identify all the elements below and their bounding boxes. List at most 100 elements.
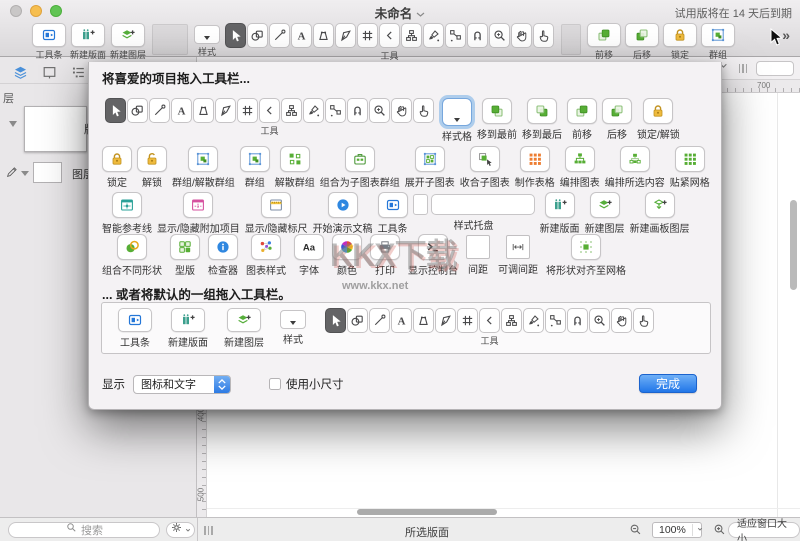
bring-forward-button[interactable]	[567, 98, 597, 124]
zoom-tool-button[interactable]	[589, 308, 610, 333]
console-button[interactable]	[418, 234, 448, 260]
back-tool-button[interactable]	[259, 98, 280, 123]
connection-tool-button[interactable]	[545, 308, 566, 333]
smart-guides-button[interactable]	[112, 192, 142, 218]
group-button[interactable]	[701, 23, 735, 47]
hand-tool-button[interactable]	[391, 98, 412, 123]
action-menu-button[interactable]	[166, 522, 195, 538]
zoom-in-icon[interactable]	[712, 522, 727, 541]
new-canvas-button[interactable]	[171, 308, 205, 332]
new-layer-button[interactable]	[111, 23, 145, 47]
shape-tool-button[interactable]	[127, 98, 148, 123]
toolbar-panel-button[interactable]	[118, 308, 152, 332]
canvas-thumbnail[interactable]	[24, 106, 87, 152]
touch-tool-button[interactable]	[633, 308, 654, 333]
disclosure-triangle-icon[interactable]	[9, 121, 17, 127]
pen-tool-button[interactable]	[215, 98, 236, 123]
toolbar-overflow-button[interactable]: »	[782, 27, 796, 53]
layer-thumbnail[interactable]	[33, 162, 62, 183]
magnet-tool-button[interactable]	[567, 308, 588, 333]
bring-forward-button[interactable]	[587, 23, 621, 47]
new-canvas-button[interactable]	[71, 23, 105, 47]
selection-tool-button[interactable]	[105, 98, 126, 123]
touch-tool-button[interactable]	[533, 23, 554, 48]
brush-tool-button[interactable]	[303, 98, 324, 123]
selection-tool-button[interactable]	[325, 308, 346, 333]
artboard-tool-button[interactable]	[357, 23, 378, 48]
edit-shape-tool-button[interactable]	[313, 23, 334, 48]
toolbar-panel-button[interactable]	[378, 192, 408, 218]
zoom-tool-button[interactable]	[369, 98, 390, 123]
text-tool-button[interactable]: A	[391, 308, 412, 333]
lock-button[interactable]	[663, 23, 697, 47]
space-button[interactable]	[466, 235, 490, 259]
zoom-out-icon[interactable]	[628, 522, 643, 541]
zoom-tool-button[interactable]	[489, 23, 510, 48]
subgraph-group-button[interactable]	[345, 146, 375, 172]
search-input[interactable]: 搜索	[8, 522, 160, 538]
shape-tool-button[interactable]	[347, 308, 368, 333]
back-tool-button[interactable]	[379, 23, 400, 48]
group-ungroup-button[interactable]	[188, 146, 218, 172]
new-layer-button[interactable]	[590, 192, 620, 218]
line-tool-button[interactable]	[369, 308, 390, 333]
pen-tool-button[interactable]	[435, 308, 456, 333]
snap-grid-button[interactable]	[675, 146, 705, 172]
connection-tool-button[interactable]	[445, 23, 466, 48]
zoom-level-select[interactable]: 100%	[652, 522, 702, 538]
show-rulers-button[interactable]	[261, 192, 291, 218]
print-button[interactable]	[370, 234, 400, 260]
diagram-styles-button[interactable]	[251, 234, 281, 260]
flex-space-button[interactable]	[506, 235, 530, 259]
style-well-button[interactable]	[194, 25, 220, 44]
done-button[interactable]: 完成	[639, 374, 697, 393]
line-tool-button[interactable]	[149, 98, 170, 123]
vertical-scrollbar[interactable]	[790, 200, 797, 290]
brush-tool-button[interactable]	[523, 308, 544, 333]
pencil-icon[interactable]	[5, 165, 19, 184]
brush-tool-button[interactable]	[423, 23, 444, 48]
unlock-button[interactable]	[137, 146, 167, 172]
ungroup-button[interactable]	[280, 146, 310, 172]
send-backward-button[interactable]	[602, 98, 632, 124]
text-tool-button[interactable]: A	[171, 98, 192, 123]
show-extras-button[interactable]	[183, 192, 213, 218]
presentation-button[interactable]	[328, 192, 358, 218]
display-mode-select[interactable]: 图标和文字	[133, 375, 231, 394]
layout-selection-button[interactable]	[620, 146, 650, 172]
line-tool-button[interactable]	[269, 23, 290, 48]
magnet-tool-button[interactable]	[467, 23, 488, 48]
splitter-handle[interactable]	[204, 526, 213, 535]
style-well-button[interactable]	[280, 310, 306, 329]
new-canvas-button[interactable]	[545, 192, 575, 218]
layers-tab-icon[interactable]	[10, 62, 30, 82]
layout-diagram-button[interactable]	[565, 146, 595, 172]
canvases-tab-icon[interactable]	[39, 62, 59, 82]
style-well[interactable]	[756, 61, 794, 76]
diagram-tool-button[interactable]	[281, 98, 302, 123]
pen-tool-button[interactable]	[335, 23, 356, 48]
lock-button[interactable]	[102, 146, 132, 172]
style-cell-button[interactable]	[442, 98, 472, 126]
shape-tool-button[interactable]	[247, 23, 268, 48]
touch-tool-button[interactable]	[413, 98, 434, 123]
hand-tool-button[interactable]	[511, 23, 532, 48]
hand-tool-button[interactable]	[611, 308, 632, 333]
expand-subgraph-button[interactable]	[415, 146, 445, 172]
stencil-button[interactable]	[170, 234, 200, 260]
outline-tab-icon[interactable]	[68, 62, 88, 82]
inspector-button[interactable]	[208, 234, 238, 260]
connection-tool-button[interactable]	[325, 98, 346, 123]
selection-tool-button[interactable]	[225, 23, 246, 48]
combine-shapes-button[interactable]	[117, 234, 147, 260]
send-to-back-button[interactable]	[527, 98, 557, 124]
lock-unlock-button[interactable]	[643, 98, 673, 124]
group-button[interactable]	[240, 146, 270, 172]
fonts-button[interactable]: Aa	[294, 234, 324, 260]
new-layer-button[interactable]	[227, 308, 261, 332]
style-tray-button[interactable]	[413, 194, 535, 215]
edit-shape-tool-button[interactable]	[413, 308, 434, 333]
new-artboard-layer-button[interactable]	[645, 192, 675, 218]
disclosure-triangle-icon[interactable]	[21, 171, 29, 176]
colors-button[interactable]	[332, 234, 362, 260]
